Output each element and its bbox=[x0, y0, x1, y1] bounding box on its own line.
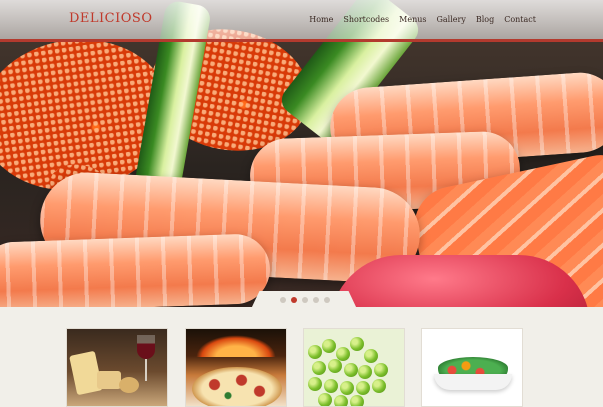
nav-item-gallery[interactable]: Gallery bbox=[436, 15, 465, 24]
pizza-icon bbox=[192, 367, 282, 406]
slider-pager bbox=[280, 297, 330, 303]
pea-icon bbox=[344, 363, 358, 377]
pea-icon bbox=[374, 363, 388, 377]
pea-icon bbox=[358, 365, 372, 379]
nav-item-contact[interactable]: Contact bbox=[504, 15, 536, 24]
shrimp-sushi-image bbox=[0, 232, 272, 307]
thumbnail-salad-bowl[interactable] bbox=[421, 328, 523, 407]
pea-icon bbox=[350, 395, 364, 406]
slider-dot-3[interactable] bbox=[302, 297, 308, 303]
pea-icon bbox=[322, 339, 336, 353]
pea-icon bbox=[328, 359, 342, 373]
pea-icon bbox=[334, 395, 348, 406]
slider-dot-1[interactable] bbox=[280, 297, 286, 303]
pea-icon bbox=[340, 381, 354, 395]
slider-dot-5[interactable] bbox=[324, 297, 330, 303]
tuna-sushi-image bbox=[330, 255, 590, 307]
main-nav: Home Shortcodes Menus Gallery Blog Conta… bbox=[309, 15, 536, 24]
pea-icon bbox=[364, 349, 378, 363]
pea-icon bbox=[372, 379, 386, 393]
pea-icon bbox=[308, 345, 322, 359]
cheese-wedge-icon bbox=[97, 371, 121, 389]
bowl-icon bbox=[434, 374, 512, 390]
bread-roll-icon bbox=[119, 377, 139, 393]
header-divider bbox=[0, 39, 603, 42]
thumbnail-cheese-wine[interactable] bbox=[66, 328, 168, 407]
thumbnail-pizza[interactable] bbox=[185, 328, 287, 407]
wine-glass-stem bbox=[145, 359, 147, 381]
pea-icon bbox=[308, 377, 322, 391]
hero-slideshow bbox=[0, 0, 603, 307]
oven-fire-icon bbox=[196, 335, 276, 357]
site-logo[interactable]: DELICIOSO bbox=[69, 11, 152, 26]
nav-item-home[interactable]: Home bbox=[309, 15, 333, 24]
thumbnail-green-peas[interactable] bbox=[303, 328, 405, 407]
pea-icon bbox=[324, 379, 338, 393]
pea-icon bbox=[312, 361, 326, 375]
featured-thumbnails bbox=[0, 307, 603, 407]
wine-glass-icon bbox=[137, 335, 155, 359]
pea-icon bbox=[318, 393, 332, 406]
site-header: DELICIOSO Home Shortcodes Menus Gallery … bbox=[0, 0, 603, 42]
slider-dot-2[interactable] bbox=[291, 297, 297, 303]
pea-icon bbox=[356, 381, 370, 395]
nav-item-blog[interactable]: Blog bbox=[476, 15, 494, 24]
pea-icon bbox=[350, 337, 364, 351]
nav-item-shortcodes[interactable]: Shortcodes bbox=[343, 15, 389, 24]
slider-dot-4[interactable] bbox=[313, 297, 319, 303]
nav-item-menus[interactable]: Menus bbox=[399, 15, 426, 24]
